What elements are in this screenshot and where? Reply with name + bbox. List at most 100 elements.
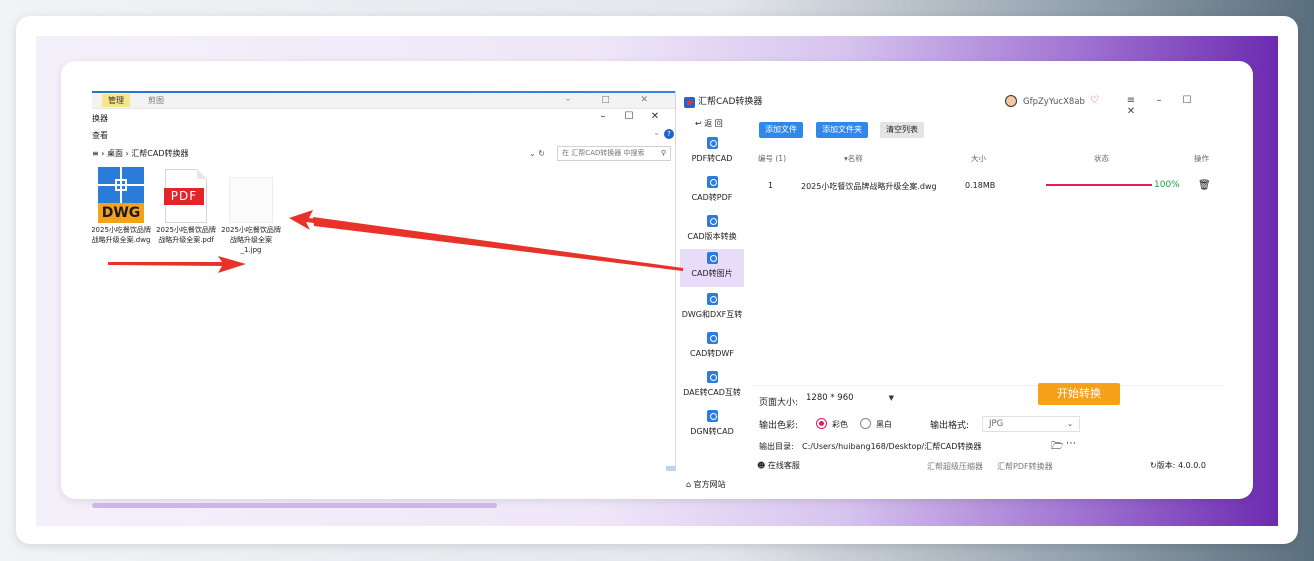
scrollbar-corner[interactable] (666, 466, 675, 471)
file-convert-icon (706, 176, 718, 188)
add-folder-button[interactable]: 添加文件夹 (816, 122, 868, 138)
add-file-button[interactable]: 添加文件 (759, 122, 803, 138)
file-convert-icon (706, 293, 718, 305)
column-header-index[interactable]: 编号 (1) (758, 153, 786, 164)
sidebar-item-cad-to-pdf[interactable]: CAD转PDF (680, 173, 744, 211)
minimize-icon[interactable]: – (590, 111, 616, 122)
file-convert-icon (706, 137, 718, 149)
username[interactable]: GfpZyYucX8ab (1023, 97, 1085, 107)
start-convert-button[interactable]: 开始转换 (1038, 383, 1120, 405)
more-options-icon[interactable]: ⋯ (1066, 438, 1076, 449)
decorative-bar (92, 503, 497, 508)
file-item[interactable]: 2025小吃餐饮品牌战略升级全案_1.jpg (220, 177, 282, 255)
pdf-icon-text: PDF (164, 188, 204, 205)
sidebar-item-label: CAD版本转换 (687, 232, 737, 241)
chevron-down-icon: ⌄ (1067, 420, 1073, 428)
column-header-action: 操作 (1194, 154, 1209, 163)
sidebar-item-dae-to-cad[interactable]: DAE转CAD互转 (680, 368, 744, 406)
format-value: JPG (989, 419, 1004, 429)
progress-bar (1046, 184, 1152, 186)
file-convert-icon (706, 371, 718, 383)
vip-heart-icon[interactable]: ♡ (1090, 95, 1099, 106)
file-explorer-window: 管理 剪图 – □ ✕ 换器 – ☐ ✕ 查看 ⌄ ? ≡ › 桌面 › 汇帮CAD… (92, 91, 676, 471)
bw-option-label: 黑白 (876, 420, 892, 429)
sidebar-item-cad-to-image[interactable]: CAD转图片 (680, 249, 744, 287)
sidebar-item-cad-to-dwf[interactable]: CAD转DWF (680, 329, 744, 367)
official-site-label: 官方网站 (693, 480, 726, 489)
tab-manage[interactable]: 管理 (102, 94, 130, 107)
folder-open-icon[interactable]: 🗁 (1051, 439, 1063, 456)
back-label: 返 回 (704, 119, 723, 128)
dwg-file-icon: DWG (98, 167, 144, 223)
color-label: 输出色彩: (759, 421, 799, 431)
app-window-controls: ≡ – ☐✕ (1117, 95, 1224, 117)
format-label: 输出格式: (930, 421, 970, 431)
format-select[interactable]: JPG ⌄ (982, 416, 1080, 432)
sidebar-item-label: DGN转CAD (690, 427, 734, 436)
refresh-icon[interactable]: ⌄ ↻ (529, 146, 545, 162)
minimize-icon[interactable]: – (1145, 95, 1173, 106)
official-site-link[interactable]: ⌂ 官方网站 (686, 479, 726, 490)
sidebar-item-label: CAD转DWF (690, 349, 734, 358)
page-size-value: 1280 * 960 (806, 393, 854, 403)
sidebar-item-dwg-dxf[interactable]: DWG和DXF互转 (680, 290, 744, 328)
clear-list-button[interactable]: 清空列表 (880, 122, 924, 138)
file-convert-icon (706, 410, 718, 422)
sidebar-item-pdf-to-cad[interactable]: PDF转CAD (680, 134, 744, 172)
cad-converter-window: 汇帮CAD转换器 GfpZyYucX8ab ♡ ≡ – ☐✕ ↩ 返 回 PDF转C… (680, 91, 1224, 489)
explorer-title: 换器 (92, 114, 108, 123)
search-placeholder: 在 汇帮CAD转换器 中搜索 (562, 149, 645, 157)
sidebar-item-cad-version[interactable]: CAD版本转换 (680, 212, 744, 250)
compressor-link[interactable]: 汇帮超级压缩器 (927, 461, 983, 472)
sidebar-item-dgn-to-cad[interactable]: DGN转CAD (680, 407, 744, 445)
address-bar[interactable]: ≡ › 桌面 › 汇帮CAD转换器 ⌄ ↻ 在 汇帮CAD转换器 中搜索 ⚲ (92, 146, 675, 162)
online-service-link[interactable]: ☻ 在线客服 (757, 460, 800, 471)
maximize-icon[interactable]: ☐ (616, 111, 642, 122)
output-dir-label: 输出目录: (759, 442, 794, 451)
back-button[interactable]: ↩ 返 回 (695, 118, 723, 129)
app-logo-icon (684, 97, 695, 108)
dwg-icon-text: DWG (98, 203, 144, 223)
sidebar-item-label: CAD转PDF (691, 193, 733, 202)
bw-radio[interactable] (860, 418, 871, 429)
file-name: 2025小吃餐饮品牌战略升级全案.pdf (156, 226, 216, 244)
color-radio[interactable] (816, 418, 827, 429)
search-input[interactable]: 在 汇帮CAD转换器 中搜索 ⚲ (557, 146, 671, 161)
sidebar-item-label: DAE转CAD互转 (683, 388, 741, 397)
help-icon[interactable]: ? (664, 129, 674, 139)
sidebar-item-label: PDF转CAD (691, 154, 733, 163)
explorer-back-ribbon: 管理 剪图 – □ ✕ (92, 93, 675, 108)
page-fold (197, 169, 207, 179)
file-convert-icon (706, 215, 718, 227)
page-size-label: 页面大小: (759, 398, 799, 408)
output-dir-value: C:/Users/huibang168/Desktop/汇帮CAD转换器 (802, 442, 982, 451)
menu-icon[interactable]: ≡ (1117, 95, 1145, 106)
version-info: ↻版本: 4.0.0.0 (1150, 460, 1206, 471)
delete-icon[interactable]: 🗑 (1198, 180, 1211, 191)
column-header-size: 大小 (971, 154, 986, 163)
breadcrumb[interactable]: ≡ › 桌面 › 汇帮CAD转换器 (92, 146, 189, 162)
chevron-down-icon: ▼ (888, 394, 894, 402)
view-menu[interactable]: 查看 (92, 130, 108, 141)
online-service-label: 在线客服 (767, 461, 800, 470)
row-file-name: 2025小吃餐饮品牌战略升级全案.dwg (801, 182, 937, 191)
back-window-controls: – □ ✕ (565, 95, 662, 105)
search-icon: ⚲ (660, 149, 666, 157)
chevron-down-icon[interactable]: ⌄ (653, 128, 660, 137)
file-item[interactable]: PDF 2025小吃餐饮品牌战略升级全案.pdf (155, 169, 217, 245)
function-sidebar: ↩ 返 回 PDF转CAD CAD转PDF CAD版本转换 CAD转图片 DWG… (680, 115, 744, 489)
sidebar-item-label: CAD转图片 (691, 269, 733, 278)
pdf-converter-link[interactable]: 汇帮PDF转换器 (997, 461, 1053, 472)
maximize-icon[interactable]: ☐ (1173, 95, 1201, 106)
avatar[interactable] (1005, 95, 1017, 107)
color-option-label: 彩色 (832, 420, 848, 429)
close-icon[interactable]: ✕ (642, 111, 668, 122)
refresh-icon: ↻ (1150, 461, 1157, 470)
pdf-file-icon: PDF (164, 169, 207, 223)
file-convert-icon (706, 332, 718, 344)
tab-back-label[interactable]: 剪图 (148, 94, 164, 107)
file-item[interactable]: DWG 2025小吃餐饮品牌战略升级全案.dwg (92, 167, 152, 245)
page-size-select[interactable]: 1280 * 960 ▼ (800, 391, 900, 407)
row-index: 1 (768, 181, 774, 190)
column-header-name[interactable]: ▾名称 (844, 153, 863, 164)
